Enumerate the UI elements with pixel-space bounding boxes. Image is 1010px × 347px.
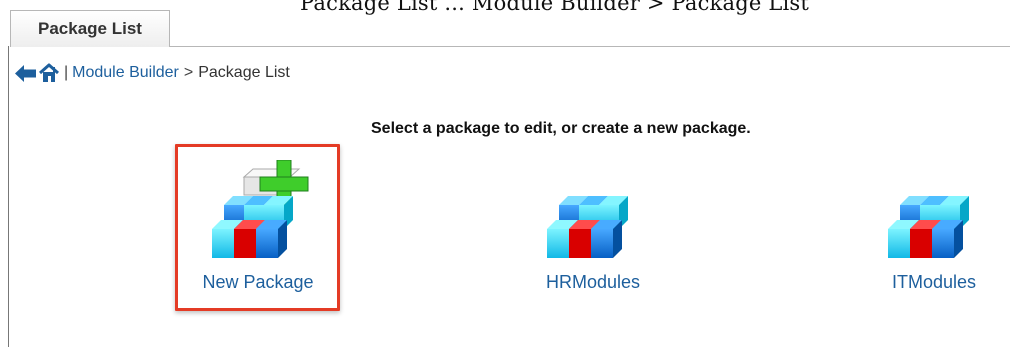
panel-left-border bbox=[8, 46, 9, 347]
new-package-label[interactable]: New Package bbox=[178, 272, 338, 293]
new-package-icon bbox=[212, 160, 309, 258]
breadcrumb-separator: | bbox=[64, 64, 69, 81]
itmodules-label[interactable]: ITModules bbox=[854, 272, 1010, 293]
tab-package-list[interactable]: Package List bbox=[10, 10, 170, 47]
home-icon[interactable] bbox=[38, 63, 60, 84]
breadcrumb: | Module Builder > Package List bbox=[14, 58, 290, 88]
itmodules-package-button[interactable]: ITModules bbox=[854, 170, 1010, 293]
new-package-button[interactable]: New Package bbox=[178, 160, 338, 293]
package-blocks-icon bbox=[547, 196, 628, 258]
breadcrumb-current-page: Package List bbox=[198, 64, 290, 81]
module-builder-package-list-screen: Package List ... Module Builder > Packag… bbox=[0, 0, 1010, 347]
tab-divider bbox=[170, 46, 1010, 47]
breadcrumb-module-builder-link[interactable]: Module Builder bbox=[72, 64, 179, 82]
package-instruction: Select a package to edit, or create a ne… bbox=[371, 120, 751, 137]
hrmodules-label[interactable]: HRModules bbox=[513, 272, 673, 293]
top-cutoff-text: Package List ... Module Builder > Packag… bbox=[300, 0, 810, 15]
hrmodules-package-button[interactable]: HRModules bbox=[513, 170, 673, 293]
package-blocks-icon bbox=[888, 196, 969, 258]
back-arrow-icon[interactable] bbox=[14, 63, 37, 84]
breadcrumb-arrow: > bbox=[183, 64, 194, 81]
